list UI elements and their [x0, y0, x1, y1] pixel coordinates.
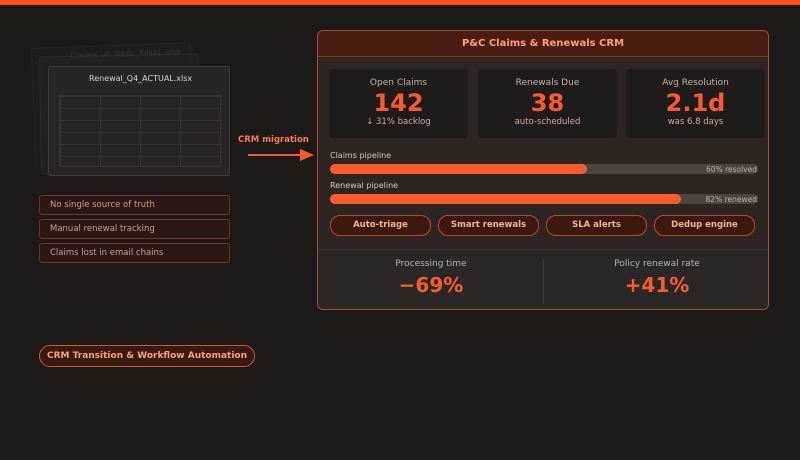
transition-chip[interactable]: CRM Transition & Workflow Automation	[39, 345, 255, 367]
feature-auto-triage-button[interactable]: Auto-triage	[330, 215, 431, 236]
kpi-label: Open Claims	[369, 78, 428, 88]
spreadsheet-grid	[59, 95, 221, 167]
migration-label: CRM migration	[238, 135, 309, 145]
stat-label: Policy renewal rate	[614, 259, 700, 269]
stat-label: Processing time	[395, 259, 467, 269]
file-name-front: Renewal_Q4_ACTUAL.xlsx	[89, 74, 193, 83]
stat-value: −69%	[398, 273, 464, 297]
feature-smart-renewals-button[interactable]: Smart renewals	[438, 215, 539, 236]
kpi-sub: ↓ 31% backlog	[366, 117, 431, 127]
stat-renewal-rate: Policy renewal rate +41%	[544, 250, 768, 309]
kpi-sub: auto-scheduled	[514, 117, 581, 127]
progress-bar-renewal	[330, 194, 758, 204]
kpi-value: 142	[373, 89, 424, 117]
kpi-avg-resolution: Avg Resolution 2.1d was 6.8 days	[626, 69, 765, 138]
kpi-label: Renewals Due	[515, 78, 580, 88]
progress-bar-claims	[330, 164, 758, 174]
kpi-value: 38	[530, 89, 565, 117]
pain-point-item: No single source of truth	[39, 195, 230, 215]
kpi-value: 2.1d	[665, 89, 726, 117]
pain-point-item: Manual renewal tracking	[39, 219, 230, 239]
feature-dedup-engine-button[interactable]: Dedup engine	[654, 215, 755, 236]
kpi-sub: was 6.8 days	[667, 117, 724, 127]
kpi-open-claims: Open Claims 142 ↓ 31% backlog	[329, 69, 468, 138]
progress-fill-renewal	[330, 194, 681, 204]
stat-processing-time: Processing time −69%	[318, 250, 544, 309]
kpi-renewals-due: Renewals Due 38 auto-scheduled	[478, 69, 617, 138]
progress-fill-claims	[330, 164, 587, 174]
pain-point-item: Claims lost in email chains	[39, 243, 230, 263]
impact-stats: Processing time −69% Policy renewal rate…	[318, 249, 768, 309]
arrow-right-icon	[248, 149, 314, 161]
crm-title: P&C Claims & Renewals CRM	[318, 31, 768, 57]
pipeline-note-renewal: 82% renewed	[705, 195, 757, 204]
feature-sla-alerts-button[interactable]: SLA alerts	[546, 215, 647, 236]
top-accent-bar	[0, 0, 800, 5]
pipeline-label-renewal: Renewal pipeline	[330, 181, 399, 190]
file-card-front[interactable]: Renewal_Q4_ACTUAL.xlsx	[48, 66, 230, 176]
kpi-label: Avg Resolution	[662, 78, 729, 88]
stat-value: +41%	[624, 273, 690, 297]
crm-panel: P&C Claims & Renewals CRM Open Claims 14…	[317, 30, 769, 310]
pipeline-label-claims: Claims pipeline	[330, 151, 392, 160]
pipeline-note-claims: 60% resolved	[706, 165, 757, 174]
